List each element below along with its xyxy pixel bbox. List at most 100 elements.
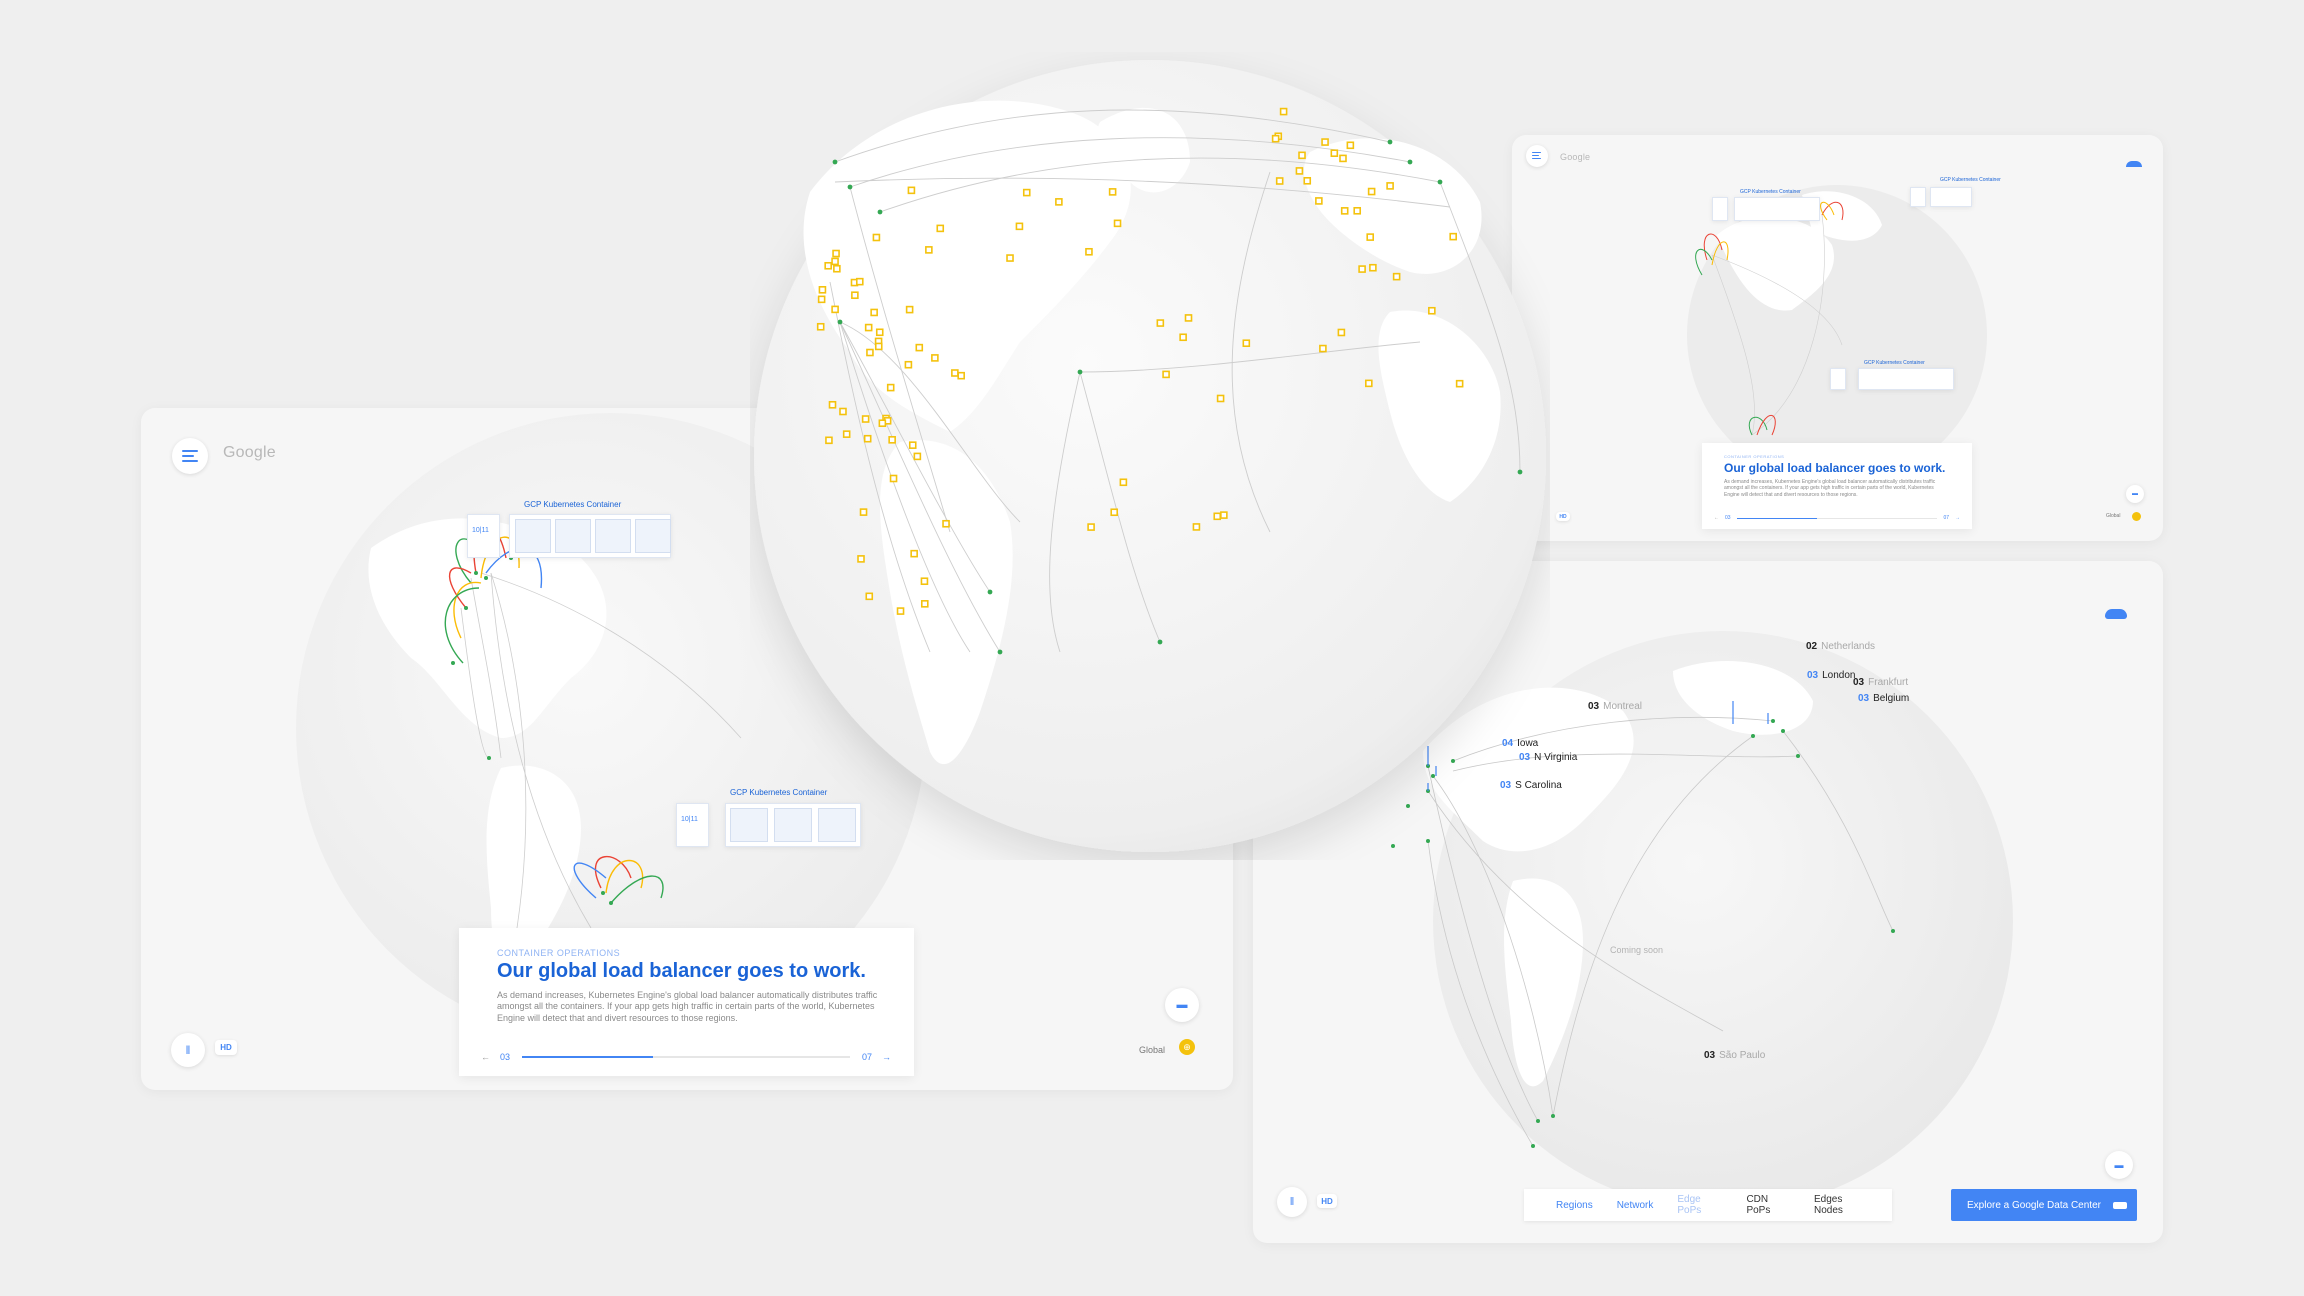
edge-pop-marker[interactable] xyxy=(866,348,874,357)
edge-pop-marker[interactable] xyxy=(936,224,945,233)
edge-pop-marker[interactable] xyxy=(824,261,832,270)
edge-pop-marker[interactable] xyxy=(1367,187,1376,196)
node-badge[interactable] xyxy=(1830,368,1846,390)
edge-pop-marker[interactable] xyxy=(865,592,874,601)
node-badge[interactable] xyxy=(1712,197,1728,221)
edge-pop-marker[interactable] xyxy=(831,257,839,266)
edge-pop-marker[interactable] xyxy=(1369,263,1377,272)
edge-pop-marker[interactable] xyxy=(1392,272,1401,281)
edge-pop-marker[interactable] xyxy=(1353,206,1362,215)
tab-regions[interactable]: Regions xyxy=(1556,1200,1593,1211)
region-frankfurt[interactable]: 03 Frankfurt xyxy=(1853,677,1908,688)
edge-pop-marker[interactable] xyxy=(1110,508,1119,517)
edge-pop-marker[interactable] xyxy=(1184,314,1193,322)
edge-pop-marker[interactable] xyxy=(1055,198,1063,206)
node-badge[interactable]: 10|11 xyxy=(467,514,500,558)
kubernetes-container-1[interactable] xyxy=(1734,197,1820,221)
edge-pop-marker[interactable] xyxy=(1216,394,1225,403)
tab-network[interactable]: Network xyxy=(1617,1200,1654,1211)
edge-pop-marker[interactable] xyxy=(857,555,865,563)
edge-pop-marker[interactable] xyxy=(861,415,870,423)
prev-arrow-icon[interactable]: ← xyxy=(1714,515,1719,521)
edge-pop-marker[interactable] xyxy=(1179,333,1187,342)
edge-node-marker[interactable] xyxy=(1077,369,1083,375)
hd-toggle[interactable]: HD xyxy=(1317,1194,1337,1208)
edge-pop-marker[interactable] xyxy=(832,249,840,258)
chat-button[interactable]: ▬ xyxy=(1165,988,1199,1022)
region-montreal[interactable]: 03 Montreal xyxy=(1588,701,1642,712)
edge-pop-marker[interactable] xyxy=(905,305,914,314)
edge-pop-marker[interactable] xyxy=(920,577,929,586)
kubernetes-container-3[interactable] xyxy=(1858,368,1954,390)
edge-node-marker[interactable] xyxy=(832,159,838,165)
edge-pop-marker[interactable] xyxy=(1192,523,1201,531)
edge-pop-marker[interactable] xyxy=(915,343,924,352)
tab-edge-pops[interactable]: Edge PoPs xyxy=(1677,1194,1722,1216)
edge-pop-marker[interactable] xyxy=(1321,138,1329,146)
chat-button[interactable]: ▬ xyxy=(2126,485,2144,503)
edge-pop-marker[interactable] xyxy=(839,407,847,416)
menu-button[interactable] xyxy=(172,438,208,474)
edge-pop-marker[interactable] xyxy=(1108,188,1117,196)
region-london[interactable]: 03 London xyxy=(1807,670,1856,681)
edge-pop-marker[interactable] xyxy=(875,328,884,337)
edge-pop-marker[interactable] xyxy=(1022,188,1031,197)
edge-pop-marker[interactable] xyxy=(863,434,872,443)
node-badge[interactable] xyxy=(1910,187,1926,207)
edge-pop-marker[interactable] xyxy=(1006,254,1014,262)
edge-pop-marker[interactable] xyxy=(1339,154,1347,163)
edge-node-marker[interactable] xyxy=(1157,639,1163,645)
edge-pop-marker[interactable] xyxy=(913,452,922,461)
edge-pop-marker[interactable] xyxy=(1449,232,1457,241)
edge-pop-marker[interactable] xyxy=(1242,339,1251,348)
edge-pop-marker[interactable] xyxy=(925,246,933,254)
edge-pop-marker[interactable] xyxy=(859,508,868,516)
edge-pop-marker[interactable] xyxy=(1337,328,1346,337)
edge-pop-marker[interactable] xyxy=(874,342,883,351)
edge-pop-marker[interactable] xyxy=(872,233,881,242)
edge-pop-marker[interactable] xyxy=(888,436,896,444)
edge-pop-marker[interactable] xyxy=(1085,247,1093,256)
edge-pop-marker[interactable] xyxy=(1271,134,1280,143)
next-arrow-icon[interactable]: → xyxy=(1955,515,1960,521)
edge-pop-marker[interactable] xyxy=(910,549,918,558)
edge-pop-marker[interactable] xyxy=(833,264,841,273)
edge-pop-marker[interactable] xyxy=(1119,478,1128,487)
tab-edges-nodes[interactable]: Edges Nodes xyxy=(1814,1194,1868,1216)
edge-pop-marker[interactable] xyxy=(818,286,827,294)
kubernetes-container-1[interactable] xyxy=(509,514,671,558)
edge-pop-marker[interactable] xyxy=(889,474,898,483)
edge-pop-marker[interactable] xyxy=(828,400,837,409)
audio-button[interactable]: ǁ xyxy=(171,1033,205,1067)
edge-pop-marker[interactable] xyxy=(1346,141,1355,150)
globe-icon[interactable] xyxy=(2132,512,2141,521)
edge-pop-marker[interactable] xyxy=(1220,511,1228,519)
edge-pop-marker[interactable] xyxy=(920,600,929,608)
edge-pop-marker[interactable] xyxy=(842,430,851,438)
edge-pop-marker[interactable] xyxy=(1366,233,1375,241)
edge-pop-marker[interactable] xyxy=(1015,222,1024,231)
edge-pop-marker[interactable] xyxy=(1428,306,1436,315)
edge-node-marker[interactable] xyxy=(847,184,853,190)
edge-pop-marker[interactable] xyxy=(1330,149,1339,157)
edge-node-marker[interactable] xyxy=(997,649,1003,655)
edge-pop-marker[interactable] xyxy=(1156,319,1165,327)
globe-icon[interactable]: ⊕ xyxy=(1179,1039,1195,1055)
kubernetes-container-2[interactable] xyxy=(1930,187,1972,207)
edge-pop-marker[interactable] xyxy=(1386,182,1394,190)
edge-pop-marker[interactable] xyxy=(1298,151,1306,160)
edge-pop-marker[interactable] xyxy=(1295,167,1304,175)
edge-node-marker[interactable] xyxy=(1387,139,1393,145)
edge-pop-marker[interactable] xyxy=(904,360,913,369)
edge-pop-marker[interactable] xyxy=(1162,370,1170,379)
edge-pop-marker[interactable] xyxy=(825,436,833,445)
edge-pop-marker[interactable] xyxy=(886,383,895,392)
edge-pop-marker[interactable] xyxy=(1113,219,1122,228)
edge-pop-marker[interactable] xyxy=(870,308,878,317)
prev-arrow-icon[interactable]: ← xyxy=(481,1052,490,1062)
edge-pop-marker[interactable] xyxy=(1275,177,1284,185)
edge-pop-marker[interactable] xyxy=(1358,265,1366,273)
edge-pop-marker[interactable] xyxy=(1213,512,1222,521)
edge-pop-marker[interactable] xyxy=(1315,197,1323,205)
edge-node-marker[interactable] xyxy=(877,209,883,215)
